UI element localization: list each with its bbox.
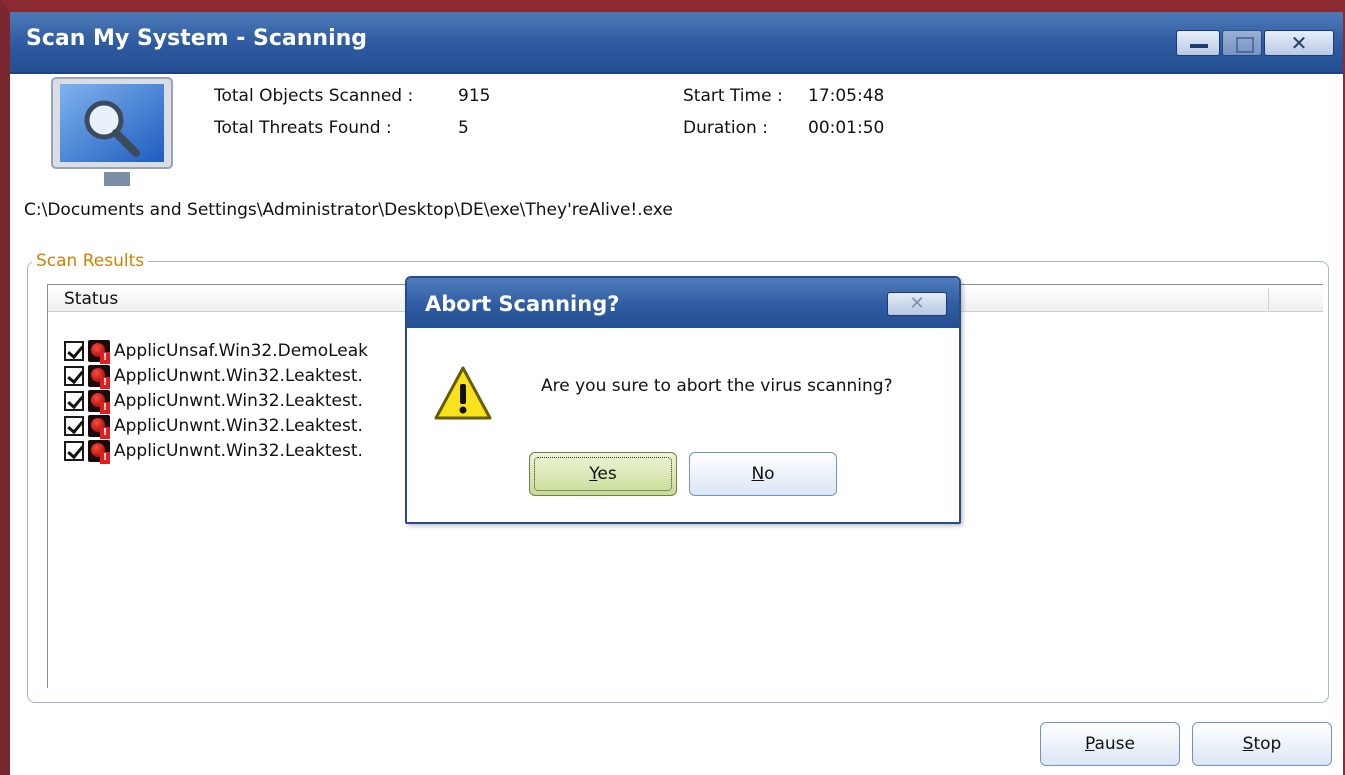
threat-icon <box>88 440 110 464</box>
row-checkbox[interactable] <box>64 366 84 386</box>
stop-label: top <box>1253 734 1282 754</box>
threat-name: ApplicUnwnt.Win32.Leaktest. <box>114 391 363 411</box>
dialog-body: Are you sure to abort the virus scanning… <box>409 328 957 520</box>
objects-scanned-label: Total Objects Scanned : <box>214 86 414 106</box>
no-mnemonic: N <box>751 464 765 484</box>
objects-scanned-value: 915 <box>458 86 491 106</box>
threat-icon <box>88 415 110 439</box>
threat-name: ApplicUnwnt.Win32.Leaktest. <box>114 366 363 386</box>
dialog-message: Are you sure to abort the virus scanning… <box>541 376 893 396</box>
column-header-status[interactable]: Status <box>64 289 118 309</box>
maximize-button <box>1222 30 1262 56</box>
no-button[interactable]: No <box>689 452 837 496</box>
threat-icon <box>88 390 110 414</box>
dialog-close-button[interactable]: ✕ <box>887 292 947 316</box>
pause-button[interactable]: Pause <box>1040 722 1180 766</box>
row-checkbox[interactable] <box>64 416 84 436</box>
pause-label: ause <box>1094 734 1135 754</box>
column-divider[interactable] <box>1268 288 1269 310</box>
scan-results-legend: Scan Results <box>32 251 149 271</box>
threats-found-value: 5 <box>458 118 469 138</box>
table-row[interactable]: ApplicUnsaf.Win32.DemoLeak <box>64 339 369 364</box>
stop-mnemonic: S <box>1242 734 1254 754</box>
threat-name: ApplicUnwnt.Win32.Leaktest. <box>114 416 363 436</box>
duration-value: 00:01:50 <box>808 118 885 138</box>
abort-dialog: Abort Scanning? ✕ Are you sure to abort … <box>405 276 961 524</box>
warning-icon <box>434 366 492 420</box>
table-row[interactable]: ApplicUnwnt.Win32.Leaktest. <box>64 414 363 439</box>
threat-icon <box>88 365 110 389</box>
duration-label: Duration : <box>683 118 768 138</box>
window-titlebar[interactable]: Scan My System - Scanning ✕ <box>10 12 1343 74</box>
window-title: Scan My System - Scanning <box>26 26 368 51</box>
threat-name: ApplicUnwnt.Win32.Leaktest. <box>114 441 363 461</box>
table-row[interactable]: ApplicUnwnt.Win32.Leaktest. <box>64 439 363 464</box>
row-checkbox[interactable] <box>64 391 84 411</box>
minimize-button[interactable] <box>1176 30 1220 56</box>
dialog-titlebar[interactable]: Abort Scanning? ✕ <box>407 278 959 328</box>
close-icon: ✕ <box>1290 31 1308 55</box>
table-row[interactable]: ApplicUnwnt.Win32.Leaktest. <box>64 389 363 414</box>
start-time-value: 17:05:48 <box>808 86 885 106</box>
yes-button[interactable]: Yes <box>529 452 677 496</box>
close-button[interactable]: ✕ <box>1264 30 1334 56</box>
dialog-title: Abort Scanning? <box>425 292 620 316</box>
yes-mnemonic: Y <box>589 464 598 484</box>
threat-name: ApplicUnsaf.Win32.DemoLeak <box>114 341 369 361</box>
table-row[interactable]: ApplicUnwnt.Win32.Leaktest. <box>64 364 363 389</box>
yes-label: es <box>597 464 617 484</box>
close-icon: ✕ <box>909 293 925 314</box>
no-label: o <box>764 464 775 484</box>
threats-found-label: Total Threats Found : <box>214 118 392 138</box>
threat-icon <box>88 340 110 364</box>
stop-button[interactable]: Stop <box>1192 722 1332 766</box>
row-checkbox[interactable] <box>64 341 84 361</box>
start-time-label: Start Time : <box>683 86 783 106</box>
row-checkbox[interactable] <box>64 441 84 461</box>
monitor-scan-icon <box>51 77 173 186</box>
current-scan-path: C:\Documents and Settings\Administrator\… <box>24 200 673 220</box>
